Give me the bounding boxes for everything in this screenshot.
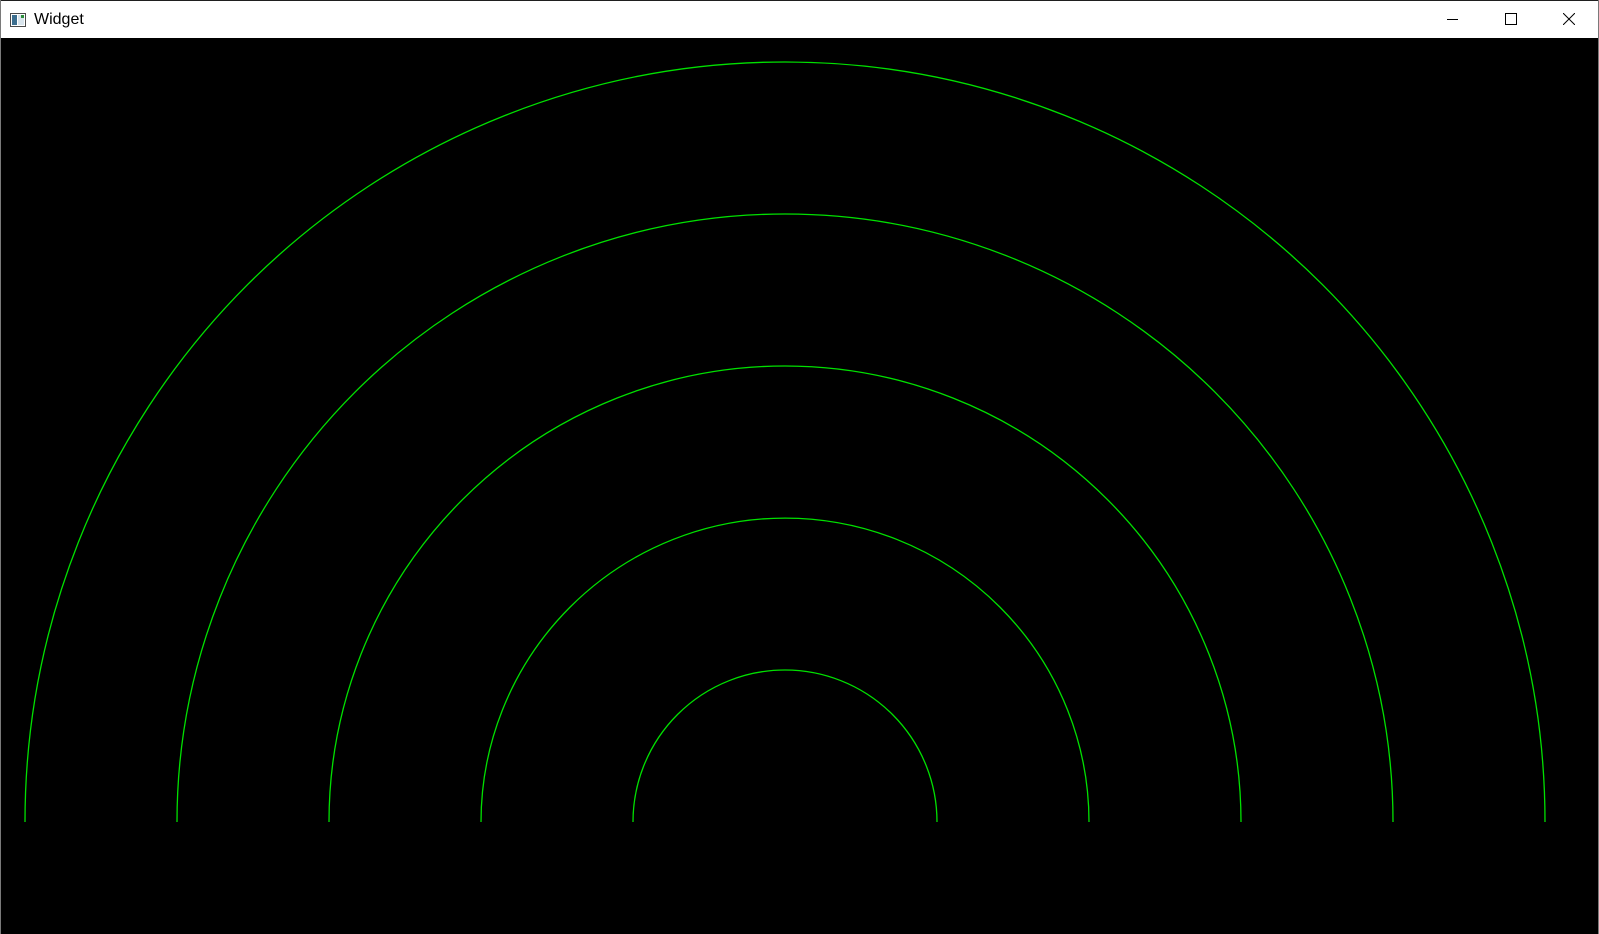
drawing-area [1,38,1598,934]
semicircle-arc-1 [632,669,938,823]
window-controls [1424,1,1598,37]
maximize-button[interactable] [1482,1,1540,37]
semicircle-arc-3 [328,365,1242,823]
window-title: Widget [34,10,84,28]
close-button[interactable] [1540,1,1598,37]
close-icon [1563,13,1575,25]
maximize-icon [1505,13,1517,25]
app-window: Widget [0,0,1599,934]
app-window-icon [10,12,26,28]
semicircle-arc-5 [24,61,1546,823]
title-bar[interactable]: Widget [1,0,1598,38]
minimize-icon [1447,19,1458,20]
arc-canvas [24,61,1546,823]
minimize-button[interactable] [1424,1,1482,37]
